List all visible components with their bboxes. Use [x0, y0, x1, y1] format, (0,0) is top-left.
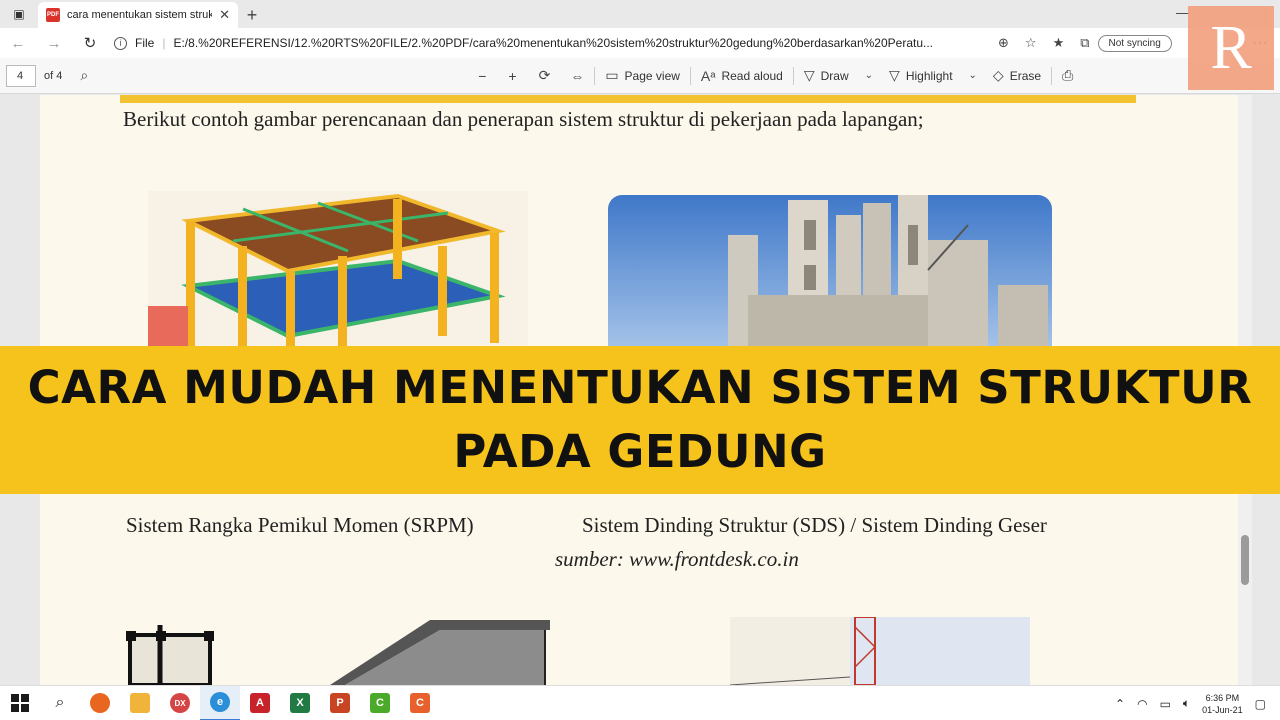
- channel-logo: R: [1188, 6, 1274, 90]
- firefox-icon: [90, 693, 110, 713]
- taskbar-firefox[interactable]: [80, 686, 120, 720]
- address-bar: ← → ↻ i File | E:/8.%20REFERENSI/12.%20R…: [0, 28, 1280, 58]
- new-tab-button[interactable]: +: [238, 2, 266, 28]
- chevron-up-icon[interactable]: ⌃: [1115, 697, 1125, 711]
- browser-tab[interactable]: PDF cara menentukan sistem struktur ✕: [38, 2, 238, 28]
- excel-icon: X: [290, 693, 310, 713]
- section-heading-band: [120, 95, 1136, 103]
- fit-page-icon[interactable]: ⇔: [570, 68, 584, 84]
- url-field[interactable]: i File | E:/8.%20REFERENSI/12.%20RTS%20F…: [108, 31, 998, 55]
- page-total: of 4: [44, 69, 63, 82]
- read-aloud-icon: A͏ᵃ: [700, 67, 716, 84]
- autocad-icon: A: [250, 693, 270, 713]
- tab-actions-icon[interactable]: ▣: [0, 0, 38, 28]
- taskbar-file-explorer[interactable]: [120, 686, 160, 720]
- read-aloud-button[interactable]: A͏ᵃ Read aloud: [701, 68, 783, 84]
- search-button[interactable]: ⌕: [40, 686, 80, 720]
- info-icon[interactable]: i: [114, 36, 127, 50]
- draw-icon: ▽: [803, 67, 815, 83]
- wifi-icon[interactable]: ◠: [1137, 697, 1147, 711]
- zoom-in-button[interactable]: +: [508, 68, 516, 84]
- read-aloud-label: Read aloud: [721, 68, 783, 83]
- print-icon[interactable]: ⎙: [1062, 67, 1073, 84]
- image-source: sumber: www.frontdesk.co.in: [555, 547, 799, 571]
- taskbar-autocad[interactable]: A: [240, 686, 280, 720]
- pdf-icon: PDF: [46, 8, 60, 22]
- chevron-down-icon[interactable]: ⌄: [969, 70, 977, 81]
- collections-icon[interactable]: ⧉: [1080, 35, 1089, 51]
- address-tools: ⊕ ☆ ★ ⧉: [998, 35, 1090, 51]
- url-scheme: File: [135, 36, 155, 50]
- edge-icon: e: [210, 692, 230, 712]
- taskbar-camtasia-orange[interactable]: C: [400, 686, 440, 720]
- sync-button[interactable]: Not syncing: [1097, 34, 1172, 52]
- search-icon: ⌕: [55, 694, 65, 711]
- page-view-label: Page view: [624, 68, 680, 83]
- speaker-muted-icon[interactable]: 🔈︎: [1183, 696, 1190, 711]
- eraser-icon: ◇: [992, 67, 1004, 83]
- taskbar-edge[interactable]: e: [200, 685, 240, 720]
- taskbar-excel[interactable]: X: [280, 686, 320, 720]
- draw-label: Draw: [820, 68, 849, 83]
- forward-icon[interactable]: →: [36, 35, 72, 52]
- highlight-label: Highlight: [905, 68, 953, 83]
- sds-building-photo: [608, 195, 1052, 355]
- toolbar-divider: [689, 66, 691, 85]
- taskbar-powerpoint[interactable]: P: [320, 686, 360, 720]
- caption-sds: Sistem Dinding Struktur (SDS) / Sistem D…: [582, 513, 1047, 537]
- erase-label: Erase: [1009, 68, 1042, 83]
- frame-drawing-figure: [120, 625, 230, 685]
- banner-title-line-2: PADA GEDUNG: [453, 425, 827, 478]
- url-separator: |: [162, 36, 166, 50]
- start-button[interactable]: [0, 686, 40, 720]
- construction-photo-figure: [730, 617, 1030, 685]
- caption-srpm: Sistem Rangka Pemikul Momen (SRPM): [126, 513, 474, 537]
- page-view-icon: ▭: [605, 67, 619, 83]
- page-number-input[interactable]: 4: [6, 64, 36, 87]
- erase-button[interactable]: ◇ Erase: [993, 67, 1041, 84]
- taskbar-dx[interactable]: DX: [160, 686, 200, 720]
- highlight-button[interactable]: ▽ Highlight ⌄: [889, 67, 977, 84]
- clock-date: 01-Jun-21: [1202, 704, 1243, 715]
- chevron-down-icon[interactable]: ⌄: [865, 70, 873, 81]
- title-banner: CARA MUDAH MENENTUKAN SISTEM STRUKTUR PA…: [0, 346, 1280, 494]
- tab-title: cara menentukan sistem struktur: [67, 9, 213, 21]
- toolbar-divider: [594, 66, 596, 85]
- scrollbar-thumb[interactable]: [1241, 535, 1249, 585]
- favorite-add-icon[interactable]: ☆: [1025, 35, 1037, 51]
- windows-logo-icon: [11, 694, 29, 712]
- srpm-frame-illustration: [148, 191, 528, 346]
- windows-taskbar: ⌕ DX e A X P C C ⌃ ◠ ▭ 🔈︎ 6:36 PM 01-Jun…: [0, 685, 1280, 720]
- battery-icon[interactable]: ▭: [1160, 697, 1171, 711]
- favorites-icon[interactable]: ★: [1053, 35, 1065, 51]
- camtasia-green-icon: C: [370, 693, 390, 713]
- refresh-icon[interactable]: ↻: [72, 34, 108, 52]
- highlight-icon: ▽: [889, 67, 900, 83]
- system-tray: ⌃ ◠ ▭ 🔈︎ 6:36 PM 01-Jun-21 ▢: [1115, 686, 1280, 720]
- camtasia-orange-icon: C: [410, 693, 430, 713]
- intro-text: Berikut contoh gambar perencanaan dan pe…: [123, 107, 924, 131]
- toolbar-divider: [1051, 66, 1053, 85]
- url-text: E:/8.%20REFERENSI/12.%20RTS%20FILE/2.%20…: [173, 36, 933, 50]
- clock[interactable]: 6:36 PM 01-Jun-21: [1202, 692, 1243, 716]
- toolbar-divider: [792, 66, 794, 85]
- zoom-out-button[interactable]: −: [478, 68, 486, 84]
- folder-icon: [130, 693, 150, 713]
- powerpoint-icon: P: [330, 693, 350, 713]
- zoom-icon[interactable]: ⊕: [998, 35, 1009, 51]
- draw-button[interactable]: ▽ Draw ⌄: [804, 67, 873, 84]
- tab-close-icon[interactable]: ✕: [219, 7, 230, 23]
- notifications-icon[interactable]: ▢: [1255, 697, 1266, 711]
- page-view-button[interactable]: ▭ Page view: [605, 67, 680, 84]
- pdf-toolbar: 4 of 4 ⌕ − + ⟳ ⇔ ▭ Page view A͏ᵃ Read al…: [0, 58, 1280, 94]
- back-icon[interactable]: ←: [0, 35, 36, 52]
- dx-icon: DX: [170, 693, 190, 713]
- rotate-icon[interactable]: ⟳: [539, 67, 551, 84]
- tab-bar: ▣ PDF cara menentukan sistem struktur ✕ …: [0, 0, 1280, 28]
- banner-title-line-1: CARA MUDAH MENENTUKAN SISTEM STRUKTUR: [27, 361, 1253, 414]
- clock-time: 6:36 PM: [1205, 692, 1240, 703]
- search-icon[interactable]: ⌕: [80, 67, 88, 84]
- taskbar-camtasia-green[interactable]: C: [360, 686, 400, 720]
- slab-drawing-figure: [320, 620, 550, 685]
